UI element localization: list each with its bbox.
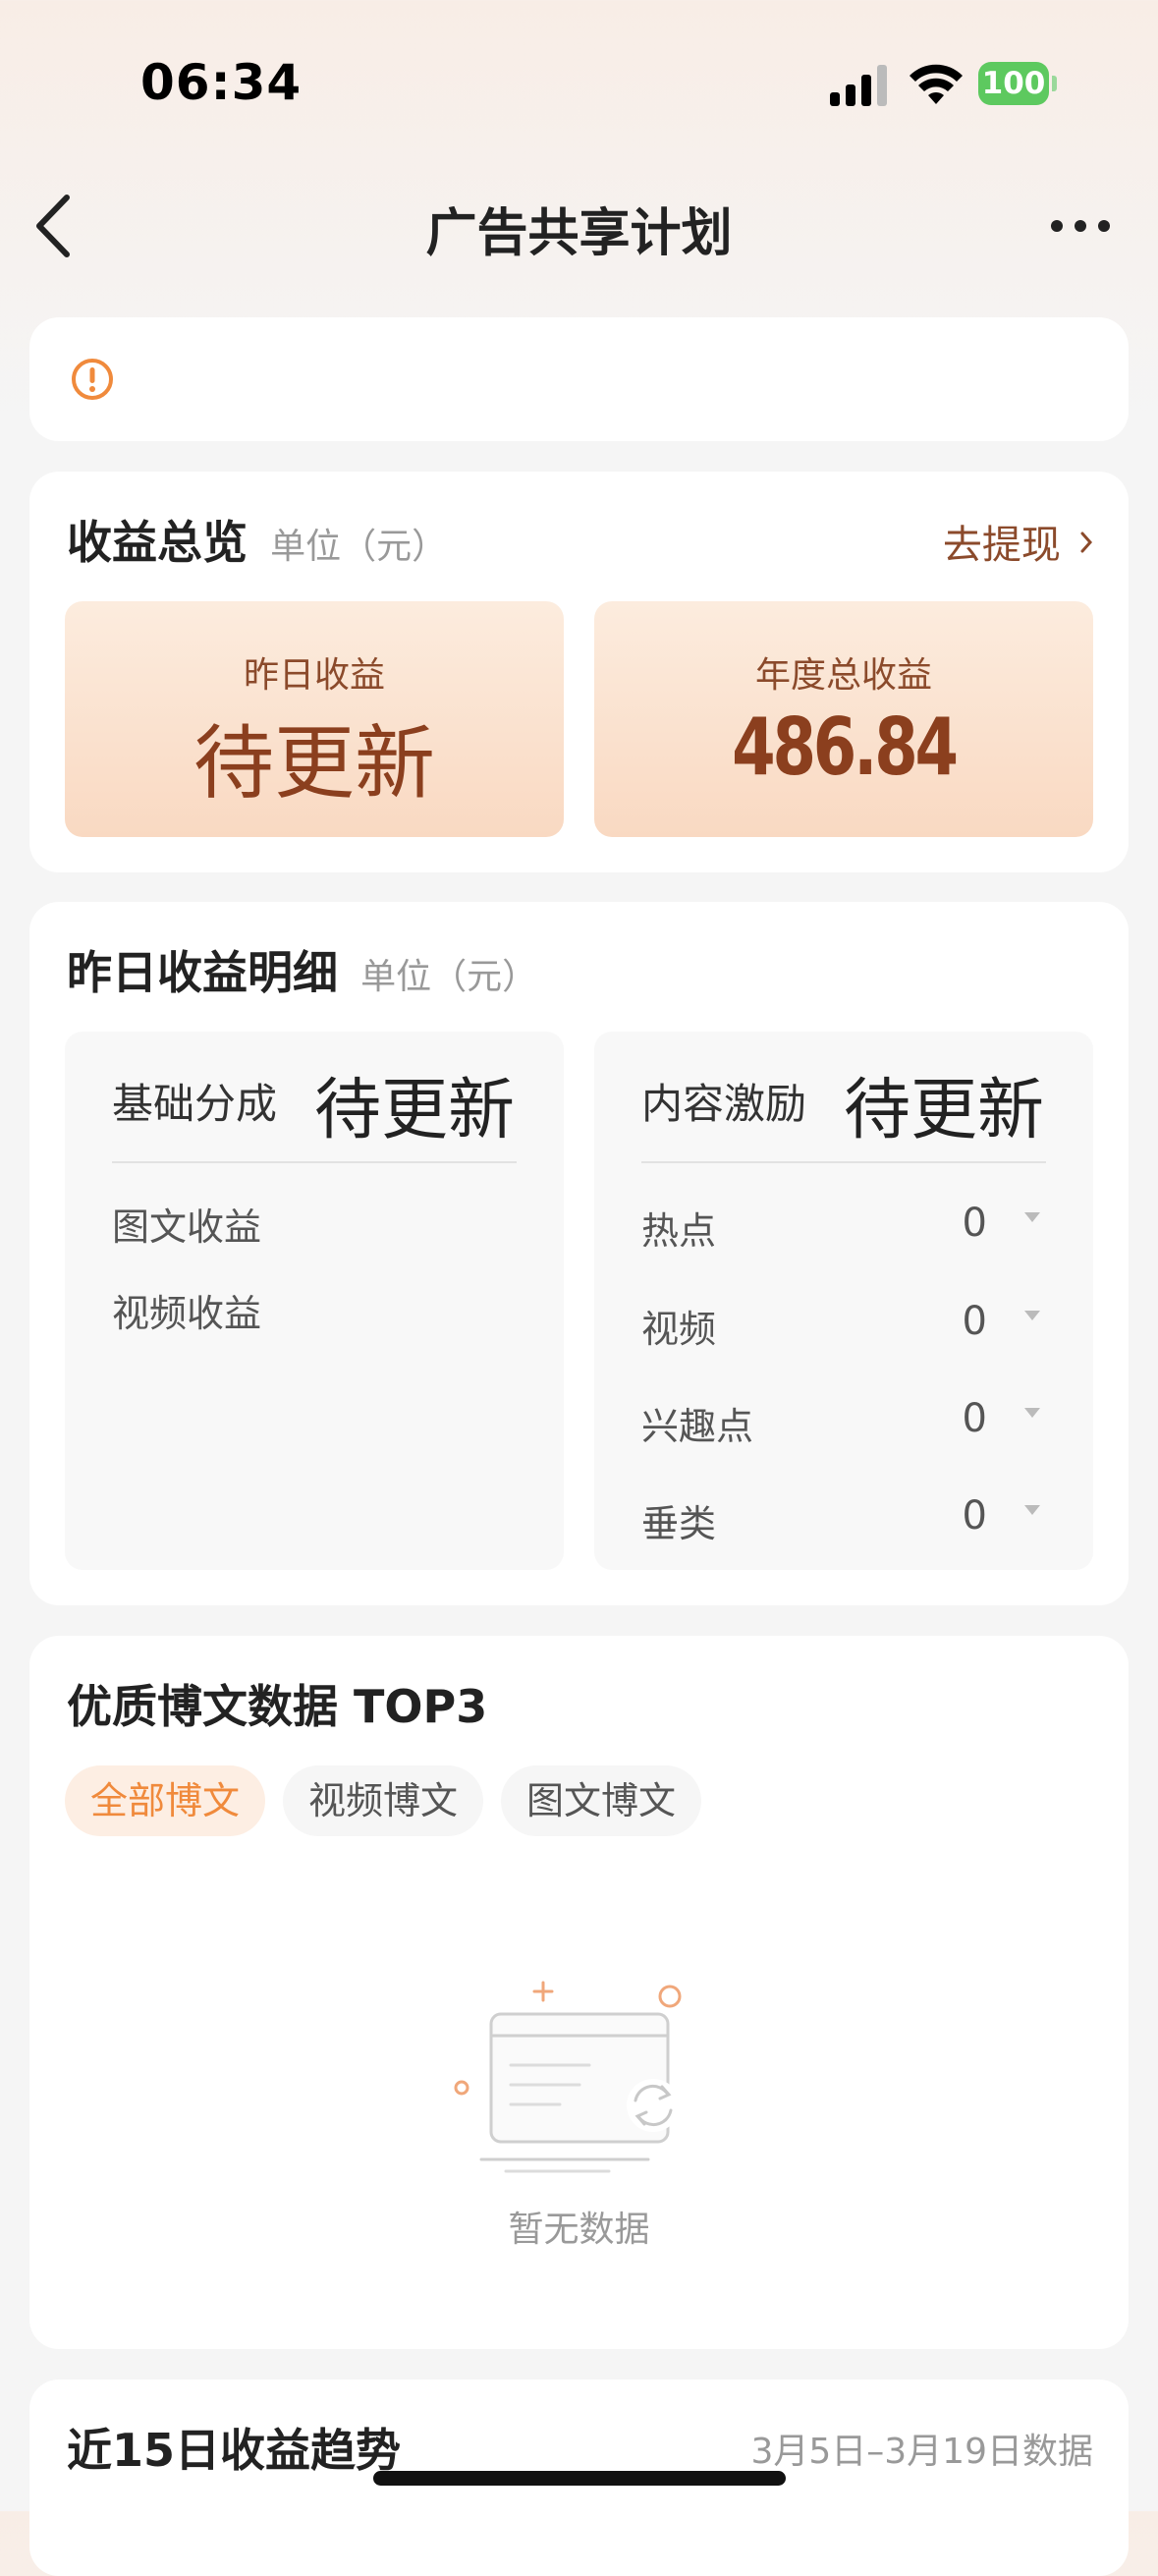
dropdown-caret-icon bbox=[1024, 1311, 1040, 1320]
tab-video-posts[interactable]: 视频博文 bbox=[283, 1765, 483, 1836]
date-range-label: 3月5日–3月19日数据 bbox=[750, 2432, 1093, 2472]
unit-label: 单位（元） bbox=[360, 957, 538, 997]
battery-icon: 100 bbox=[978, 62, 1057, 105]
list-item: 图文收益 bbox=[112, 1205, 262, 1249]
content-incentive-panel: 内容激励 待更新 热点 0 视频 0 兴趣点 0 垂类 0 bbox=[594, 1032, 1093, 1570]
dropdown-caret-icon bbox=[1024, 1408, 1040, 1418]
annual-revenue-tile[interactable]: 年度总收益 486.84 bbox=[594, 601, 1093, 837]
dropdown-caret-icon bbox=[1024, 1212, 1040, 1222]
empty-state-text: 暂无数据 bbox=[508, 2210, 650, 2250]
incentive-row-vertical[interactable]: 垂类 0 bbox=[641, 1493, 1046, 1545]
more-options-icon[interactable] bbox=[1041, 211, 1120, 241]
content-incentive-label: 内容激励 bbox=[641, 1080, 807, 1128]
status-time: 06:34 bbox=[140, 54, 303, 111]
tab-all-posts[interactable]: 全部博文 bbox=[65, 1765, 265, 1836]
content-incentive-value: 待更新 bbox=[843, 1072, 1044, 1149]
page-title: 广告共享计划 bbox=[425, 204, 733, 263]
base-share-label: 基础分成 bbox=[112, 1080, 278, 1128]
yesterday-revenue-value: 待更新 bbox=[193, 717, 435, 811]
section-title: 昨日收益明细 bbox=[67, 946, 338, 999]
base-share-panel: 基础分成 待更新 图文收益 视频收益 bbox=[65, 1032, 564, 1570]
yesterday-revenue-label: 昨日收益 bbox=[243, 655, 385, 696]
tab-image-text-posts[interactable]: 图文博文 bbox=[501, 1765, 701, 1836]
annual-revenue-value: 486.84 bbox=[732, 701, 959, 793]
warning-icon bbox=[72, 359, 113, 400]
withdraw-link[interactable]: 去提现 bbox=[943, 513, 1093, 570]
incentive-row-interest[interactable]: 兴趣点 0 bbox=[641, 1396, 1046, 1448]
withdraw-label: 去提现 bbox=[942, 523, 1061, 568]
empty-data-illustration-icon bbox=[454, 1981, 682, 2173]
base-share-value: 待更新 bbox=[313, 1072, 515, 1149]
battery-level: 100 bbox=[978, 62, 1049, 105]
incentive-row-hot[interactable]: 热点 0 bbox=[641, 1201, 1046, 1253]
list-item: 视频收益 bbox=[112, 1292, 262, 1335]
yesterday-revenue-tile[interactable]: 昨日收益 待更新 bbox=[65, 601, 564, 837]
chevron-right-icon bbox=[1080, 532, 1093, 553]
section-title: 近15日收益趋势 bbox=[67, 2424, 402, 2477]
yesterday-detail-card: 昨日收益明细 单位（元） 基础分成 待更新 图文收益 视频收益 内容激励 待更新… bbox=[29, 902, 1129, 1605]
dropdown-caret-icon bbox=[1024, 1505, 1040, 1515]
unit-label: 单位（元） bbox=[270, 527, 448, 567]
revenue-overview-card: 收益总览 单位（元） 去提现 昨日收益 待更新 年度总收益 486.84 bbox=[29, 472, 1129, 872]
notice-banner[interactable] bbox=[29, 317, 1129, 441]
wifi-icon bbox=[910, 64, 963, 104]
annual-revenue-label: 年度总收益 bbox=[754, 655, 932, 696]
section-title: 优质博文数据 TOP3 bbox=[67, 1680, 488, 1733]
section-title: 收益总览 bbox=[67, 516, 248, 569]
cellular-signal-icon bbox=[830, 65, 887, 106]
home-indicator[interactable] bbox=[373, 2471, 786, 2486]
incentive-row-video[interactable]: 视频 0 bbox=[641, 1299, 1046, 1351]
